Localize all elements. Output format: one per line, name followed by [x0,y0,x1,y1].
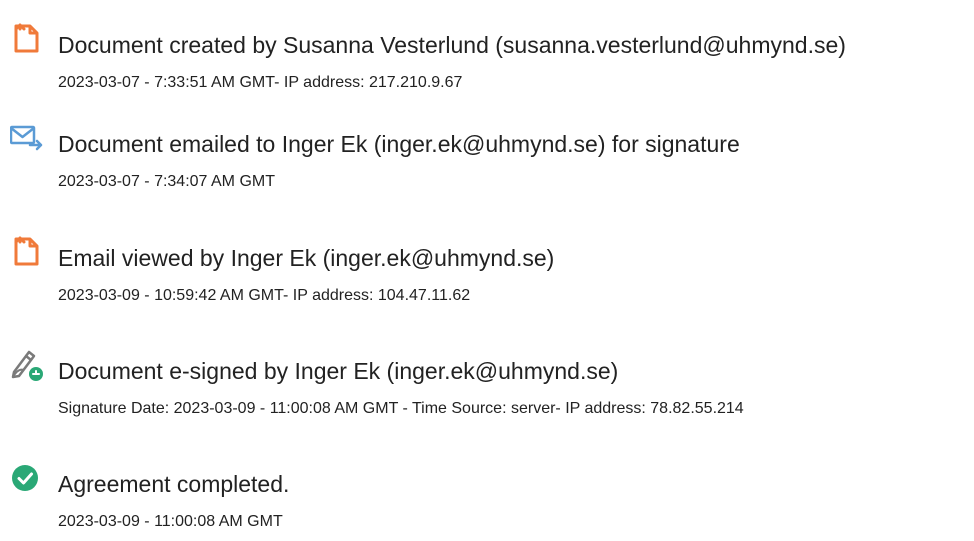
event-title: Document e-signed by Inger Ek (inger.ek@… [58,358,619,384]
audit-event-viewed: Email viewed by Inger Ek (inger.ek@uhmyn… [10,235,974,315]
e-signed-pen-icon [10,348,44,382]
check-circle-icon [10,461,44,495]
event-title: Email viewed by Inger Ek (inger.ek@uhmyn… [58,245,555,271]
audit-event-signed: Document e-signed by Inger Ek (inger.ek@… [10,348,974,428]
event-timestamp: 2023-03-09 - 10:59:42 AM GMT- IP address… [58,287,471,304]
event-title: Document created by Susanna Vesterlund (… [58,32,846,58]
email-viewed-icon [10,235,44,269]
event-timestamp: 2023-03-07 - 7:34:07 AM GMT [58,173,275,190]
event-timestamp: Signature Date: 2023-03-09 - 11:00:08 AM… [58,400,744,417]
audit-event-created: Document created by Susanna Vesterlund (… [10,22,974,102]
audit-event-completed: Agreement completed. 2023-03-09 - 11:00:… [10,461,974,541]
event-title: Agreement completed. [58,471,290,497]
event-timestamp: 2023-03-07 - 7:33:51 AM GMT- IP address:… [58,74,463,91]
event-timestamp: 2023-03-09 - 11:00:08 AM GMT [58,513,283,530]
document-created-icon [10,22,44,56]
audit-event-emailed: Document emailed to Inger Ek (inger.ek@u… [10,121,974,201]
email-sent-icon [10,121,44,155]
event-title: Document emailed to Inger Ek (inger.ek@u… [58,131,740,157]
